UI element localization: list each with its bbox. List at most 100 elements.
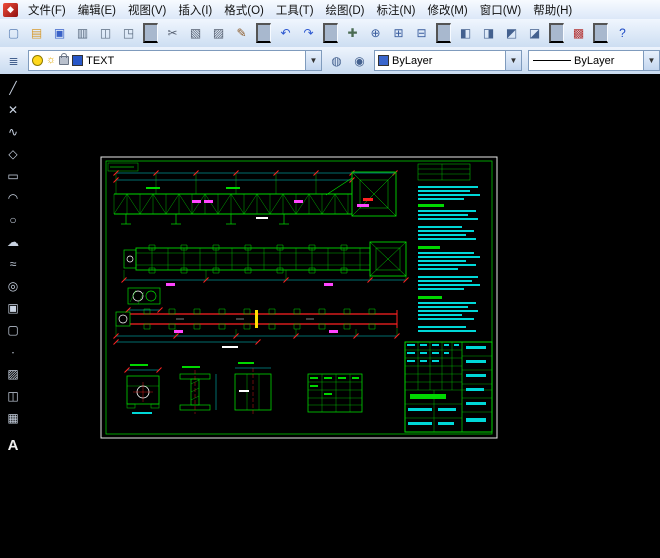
sheetset-icon[interactable]: ◪: [524, 23, 545, 44]
text-icon[interactable]: A: [3, 435, 23, 455]
menu-tools[interactable]: 工具(T): [270, 0, 320, 20]
layer-freeze-icon[interactable]: ☼: [46, 55, 56, 66]
zoom-previous-icon[interactable]: ⊟: [411, 23, 432, 44]
toolbar-separator: [549, 23, 564, 43]
polyline-icon[interactable]: ∿: [3, 122, 23, 142]
toolbar-glyph: ◩: [505, 26, 518, 40]
toolbar-glyph: ◍: [331, 53, 342, 68]
menu-item-label: 视图(V): [128, 4, 167, 17]
layer-on-icon[interactable]: [32, 55, 43, 66]
arc-icon[interactable]: ◠: [3, 188, 23, 208]
paste-icon[interactable]: ▨: [208, 23, 229, 44]
plan-view: [121, 241, 409, 286]
menu-modify[interactable]: 修改(M): [421, 0, 473, 20]
help-icon[interactable]: ?: [612, 23, 633, 44]
table-icon[interactable]: ▦: [3, 408, 23, 428]
zoom-window-icon[interactable]: ⊞: [388, 23, 409, 44]
revision-cloud-icon[interactable]: ☁: [3, 232, 23, 252]
construction-line-icon[interactable]: ✕: [3, 100, 23, 120]
toolbar-glyph: ∿: [7, 125, 19, 139]
menu-file[interactable]: 文件(F): [22, 0, 72, 20]
menu-view[interactable]: 视图(V): [122, 0, 172, 20]
spline-icon[interactable]: ≈: [3, 254, 23, 274]
toolbar-glyph: ◇: [8, 147, 18, 161]
menu-item-label: 工具(T): [275, 4, 314, 17]
layer-combo-dropdown-icon[interactable]: ▼: [305, 51, 321, 70]
menu-dimension[interactable]: 标注(N): [371, 0, 422, 20]
color-combo-dropdown-icon[interactable]: ▼: [505, 51, 521, 70]
menu-window[interactable]: 窗口(W): [474, 0, 528, 20]
layer-buttons: ◍ ◉: [325, 50, 371, 71]
make-layer-current-icon[interactable]: ◉: [349, 50, 370, 71]
rectangle-icon[interactable]: ▭: [3, 166, 23, 186]
toolbar-glyph: ◉: [354, 53, 365, 68]
point-icon[interactable]: ∙: [3, 342, 23, 362]
toolbar-glyph: ▦: [7, 411, 19, 425]
open-icon[interactable]: ▤: [26, 23, 47, 44]
app-icon[interactable]: ◆: [3, 2, 18, 17]
drawing-canvas[interactable]: [26, 74, 660, 553]
hatch-icon[interactable]: ▨: [3, 364, 23, 384]
redo-icon[interactable]: ↷: [298, 23, 319, 44]
toolbar-glyph: ▩: [572, 26, 585, 40]
section-details: [124, 362, 272, 416]
make-block-icon[interactable]: ▢: [3, 320, 23, 340]
color-combo[interactable]: ByLayer ▼: [374, 50, 522, 71]
linetype-combo[interactable]: ByLayer ▼: [528, 50, 660, 71]
draw-toolbar: ╱ ✕ ∿ ◇ ▭ ◠ ○ ☁ ≈ ◎ ▣ ▢ ∙ ▨ ◫ ▦ A: [0, 74, 26, 553]
plot-icon[interactable]: ▥: [72, 23, 93, 44]
save-icon[interactable]: ▣: [49, 23, 70, 44]
layer-lock-icon[interactable]: [59, 53, 70, 65]
plot-preview-icon[interactable]: ◫: [95, 23, 116, 44]
toolbar-glyph: ∙: [11, 345, 15, 359]
toolbar-glyph: ○: [9, 213, 17, 227]
menu-insert[interactable]: 插入(I): [172, 0, 218, 20]
current-color-swatch: [378, 55, 389, 66]
menu-help[interactable]: 帮助(H): [527, 0, 578, 20]
menu-item-label: 插入(I): [178, 4, 213, 17]
cut-icon[interactable]: ✂: [162, 23, 183, 44]
new-icon[interactable]: ▢: [3, 23, 24, 44]
current-linetype-name: ByLayer: [574, 54, 615, 67]
publish-icon[interactable]: ◳: [118, 23, 139, 44]
region-icon[interactable]: ◫: [3, 386, 23, 406]
ellipse-icon[interactable]: ◎: [3, 276, 23, 296]
menu-item-label: 标注(N): [376, 4, 416, 17]
undo-icon[interactable]: ↶: [275, 23, 296, 44]
menu-edit[interactable]: 编辑(E): [72, 0, 122, 20]
toolbar-glyph: ▭: [7, 169, 19, 183]
menu-bar: ◆ 文件(F) 编辑(E) 视图(V) 插入(I) 格式(O) 工具(T) 绘图(D) 标注(…: [0, 0, 660, 20]
toolbar-glyph: ◫: [99, 26, 112, 40]
layer-combo[interactable]: ☼ TEXT ▼: [28, 50, 322, 71]
layer-color-swatch: [72, 55, 84, 66]
match-properties-icon[interactable]: ✎: [231, 23, 252, 44]
notes-column: [417, 163, 480, 332]
zoom-realtime-icon[interactable]: ⊕: [365, 23, 386, 44]
toolbar-glyph: ◳: [122, 26, 135, 40]
copy-icon[interactable]: ▧: [185, 23, 206, 44]
linetype-combo-dropdown-icon[interactable]: ▼: [643, 51, 659, 70]
toolbar-glyph: ▧: [189, 26, 202, 40]
toolbar-glyph: ▥: [76, 26, 89, 40]
markup-icon[interactable]: ▩: [568, 23, 589, 44]
polygon-icon[interactable]: ◇: [3, 144, 23, 164]
toolbar-glyph: ?: [619, 26, 626, 40]
tool-palettes-icon[interactable]: ◩: [501, 23, 522, 44]
menu-draw[interactable]: 绘图(D): [320, 0, 371, 20]
toolbar-glyph: A: [7, 436, 19, 454]
layer-states-icon[interactable]: ◍: [326, 50, 347, 71]
toolbar-separator: [256, 23, 271, 43]
side-view: [113, 308, 400, 348]
pan-icon[interactable]: ✚: [342, 23, 363, 44]
designcenter-icon[interactable]: ◨: [478, 23, 499, 44]
toolbar-glyph: ☁: [7, 235, 19, 249]
insert-block-icon[interactable]: ▣: [3, 298, 23, 318]
menu-format[interactable]: 格式(O): [218, 0, 270, 20]
properties-icon[interactable]: ◧: [455, 23, 476, 44]
line-icon[interactable]: ╱: [3, 78, 23, 98]
toolbar-glyph: ◧: [459, 26, 472, 40]
circle-icon[interactable]: ○: [3, 210, 23, 230]
layer-manager-icon[interactable]: ≣: [3, 50, 24, 71]
toolbar-separator: [323, 23, 338, 43]
toolbar-glyph: ◪: [528, 26, 541, 40]
